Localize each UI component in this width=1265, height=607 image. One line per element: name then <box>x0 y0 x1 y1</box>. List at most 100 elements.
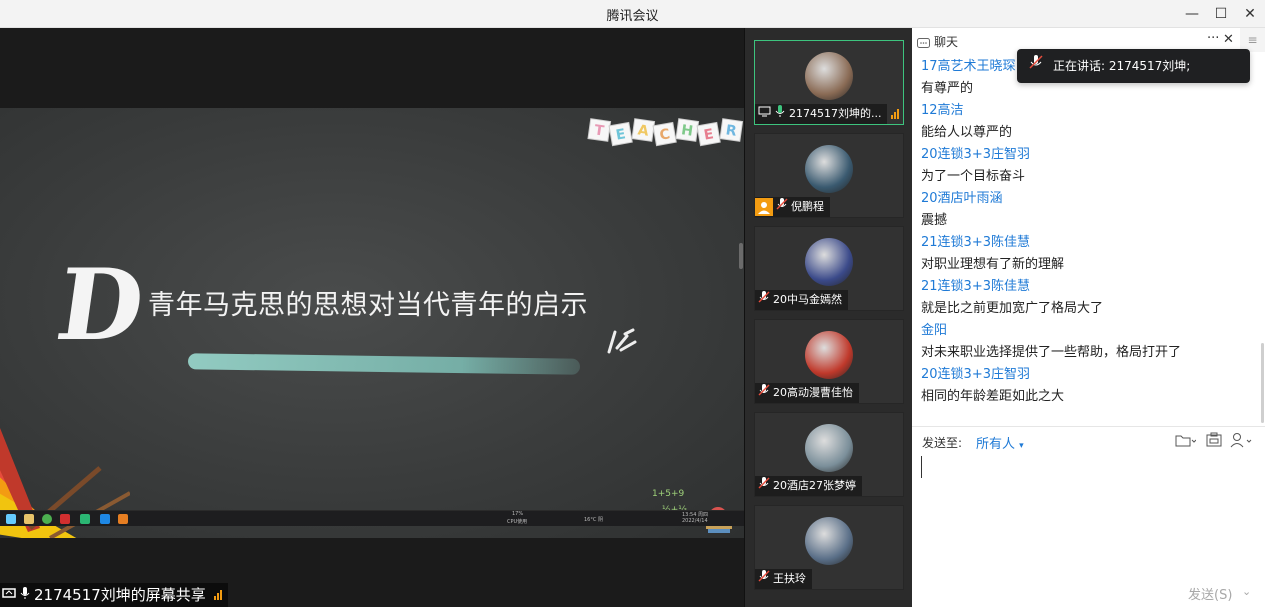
participant-tile[interactable]: 20中马金嫣然 <box>754 226 904 311</box>
shared-slide: TEACHER D 青年马克思的思想对当代青年的启示 1+5+9 ½+⅓ <box>0 108 744 538</box>
chat-title: 聊天 <box>934 35 959 49</box>
participant-name: 2174517刘坤的... <box>789 107 882 120</box>
send-to-dropdown[interactable]: 所有人 ▾ <box>976 433 1024 452</box>
screen-share-owner: 2174517刘坤的屏幕共享 <box>34 586 206 604</box>
chat-panel: 聊天 ··· ✕ 17高艺术王晓琛 有尊严的 12高洁 能给人以尊严的 20连锁3+3庄… <box>912 28 1265 607</box>
chalk-doodle-icon <box>607 328 637 354</box>
participant-name-bar: 倪鹏程 <box>755 197 830 217</box>
mic-muted-icon <box>758 476 770 497</box>
participant-name-bar: 2174517刘坤的... <box>755 104 888 125</box>
teacher-letter: E <box>608 121 633 147</box>
screen-share-icon <box>2 583 16 607</box>
participant-avatar <box>805 145 853 193</box>
taskbar-cpu: 17% <box>512 511 524 517</box>
mic-muted-icon <box>758 569 770 590</box>
stage-scrollbar[interactable] <box>739 243 743 269</box>
chat-scrollbar[interactable] <box>1261 343 1264 423</box>
maximize-button[interactable]: ☐ <box>1207 2 1235 26</box>
chat-icon <box>917 35 930 54</box>
speaking-text: 正在讲话: 2174517刘坤; <box>1053 59 1191 73</box>
chat-close-button[interactable]: ✕ <box>1223 32 1234 47</box>
signal-strength-icon <box>891 109 899 119</box>
chat-more-button[interactable]: ··· <box>1207 31 1219 46</box>
send-options-chevron-icon[interactable]: ⌄ <box>1242 585 1251 598</box>
chat-message-list: 17高艺术王晓琛 有尊严的 12高洁 能给人以尊严的 20连锁3+3庄智羽 为了一个目标奋… <box>921 56 1251 408</box>
chat-sender-name[interactable]: 金阳 <box>921 320 1251 342</box>
chat-message-text: 对未来职业选择提供了一些帮助，格局打开了 <box>921 345 1182 360</box>
chalk-underline <box>187 353 581 375</box>
participant-tile[interactable]: 2174517刘坤的... <box>754 40 904 125</box>
participant-avatar <box>805 424 853 472</box>
signal-strength-icon <box>213 590 222 600</box>
chat-sender-name[interactable]: 21连锁3+3陈佳慧 <box>921 276 1251 298</box>
participant-name: 20中马金嫣然 <box>773 293 842 306</box>
chat-sender-name[interactable]: 12高洁 <box>921 100 1251 122</box>
member-select-icon[interactable] <box>1230 432 1254 450</box>
svg-text:H: H <box>680 122 694 139</box>
taskbar-weather: 16°C 阴 <box>584 517 603 523</box>
speaking-indicator: 正在讲话: 2174517刘坤; <box>1017 49 1250 83</box>
participant-avatar <box>805 331 853 379</box>
title-bar: 腾讯会议 — ☐ ✕ <box>0 0 1265 28</box>
chat-sender-name[interactable]: 20连锁3+3庄智羽 <box>921 144 1251 166</box>
chat-sender-name[interactable]: 20酒店叶雨涵 <box>921 188 1251 210</box>
participant-tile[interactable]: 20酒店27张梦婷 <box>754 412 904 497</box>
chat-message-text: 为了一个目标奋斗 <box>921 169 1026 184</box>
mic-on-icon <box>774 104 786 125</box>
teacher-letter: A <box>631 118 656 142</box>
participant-panel: 2174517刘坤的... 倪鹏程 20中马金嫣然 20高动漫曹佳怡 20酒店27张梦婷… <box>744 28 912 607</box>
host-icon <box>755 198 773 216</box>
participant-tile[interactable]: 王扶玲 <box>754 505 904 590</box>
chat-message-text: 相同的年龄差距如此之大 <box>921 389 1065 404</box>
chat-divider <box>912 426 1265 427</box>
participant-name-bar: 20高动漫曹佳怡 <box>755 383 859 403</box>
participant-name-bar: 20酒店27张梦婷 <box>755 476 862 496</box>
close-button[interactable]: ✕ <box>1236 2 1264 26</box>
minimize-button[interactable]: — <box>1178 2 1206 26</box>
math-doodle-decoration: 1+5+9 ½+⅓ <box>652 489 732 533</box>
chat-input[interactable] <box>912 453 1265 578</box>
participant-name-bar: 20中马金嫣然 <box>755 290 848 310</box>
chat-message-text: 震撼 <box>921 213 948 228</box>
teacher-decoration: TEACHER <box>587 118 744 147</box>
participant-avatar <box>805 52 853 100</box>
chat-message-text: 能给人以尊严的 <box>921 125 1013 140</box>
teacher-letter: H <box>675 118 700 142</box>
meeting-app-icon <box>100 514 110 524</box>
teacher-letter: C <box>652 121 677 147</box>
send-to-target-label: 所有人 <box>976 437 1016 452</box>
mic-muted-icon <box>758 383 770 404</box>
participant-tile[interactable]: 20高动漫曹佳怡 <box>754 319 904 404</box>
file-icon[interactable] <box>1174 432 1197 450</box>
participant-name: 20高动漫曹佳怡 <box>773 386 853 399</box>
participant-tile[interactable]: 倪鹏程 <box>754 133 904 218</box>
slide-title: 青年马克思的思想对当代青年的启示 <box>148 290 588 321</box>
chat-sender-name[interactable]: 21连锁3+3陈佳慧 <box>921 232 1251 254</box>
chat-message-text: 就是比之前更加宽广了格局大了 <box>921 301 1104 316</box>
powerpoint-icon <box>118 514 128 524</box>
taskbar-cpu-label: CPU使用 <box>507 519 528 525</box>
chat-message-text: 对职业理想有了新的理解 <box>921 257 1065 272</box>
teacher-letter: T <box>587 118 612 142</box>
app-icon <box>80 514 90 524</box>
windows-start-icon <box>6 514 16 524</box>
window-title: 腾讯会议 <box>606 9 659 24</box>
screen-share-icon <box>758 104 771 124</box>
svg-text:1+5+9: 1+5+9 <box>652 489 685 499</box>
screen-share-area[interactable]: TEACHER D 青年马克思的思想对当代青年的启示 1+5+9 ½+⅓ <box>0 28 744 607</box>
participant-name: 王扶玲 <box>773 572 806 585</box>
muted-mic-icon <box>1029 49 1043 83</box>
screenshot-icon[interactable] <box>1206 432 1222 450</box>
participant-name: 20酒店27张梦婷 <box>773 479 856 492</box>
send-button[interactable]: 发送(S) <box>1188 584 1232 603</box>
shared-taskbar: 17% CPU使用 16°C 阴 13:54 周四 2022/4/14 <box>0 510 744 526</box>
participant-name: 倪鹏程 <box>791 200 824 213</box>
chevron-down-icon: ▾ <box>1019 441 1024 451</box>
teacher-letter: E <box>696 121 721 147</box>
chat-sender-name[interactable]: 20连锁3+3庄智羽 <box>921 364 1251 386</box>
teacher-letter: R <box>719 118 744 142</box>
participant-avatar <box>805 517 853 565</box>
chalk-letter-d: D <box>49 248 152 363</box>
participant-avatar <box>805 238 853 286</box>
mic-icon <box>20 583 30 607</box>
